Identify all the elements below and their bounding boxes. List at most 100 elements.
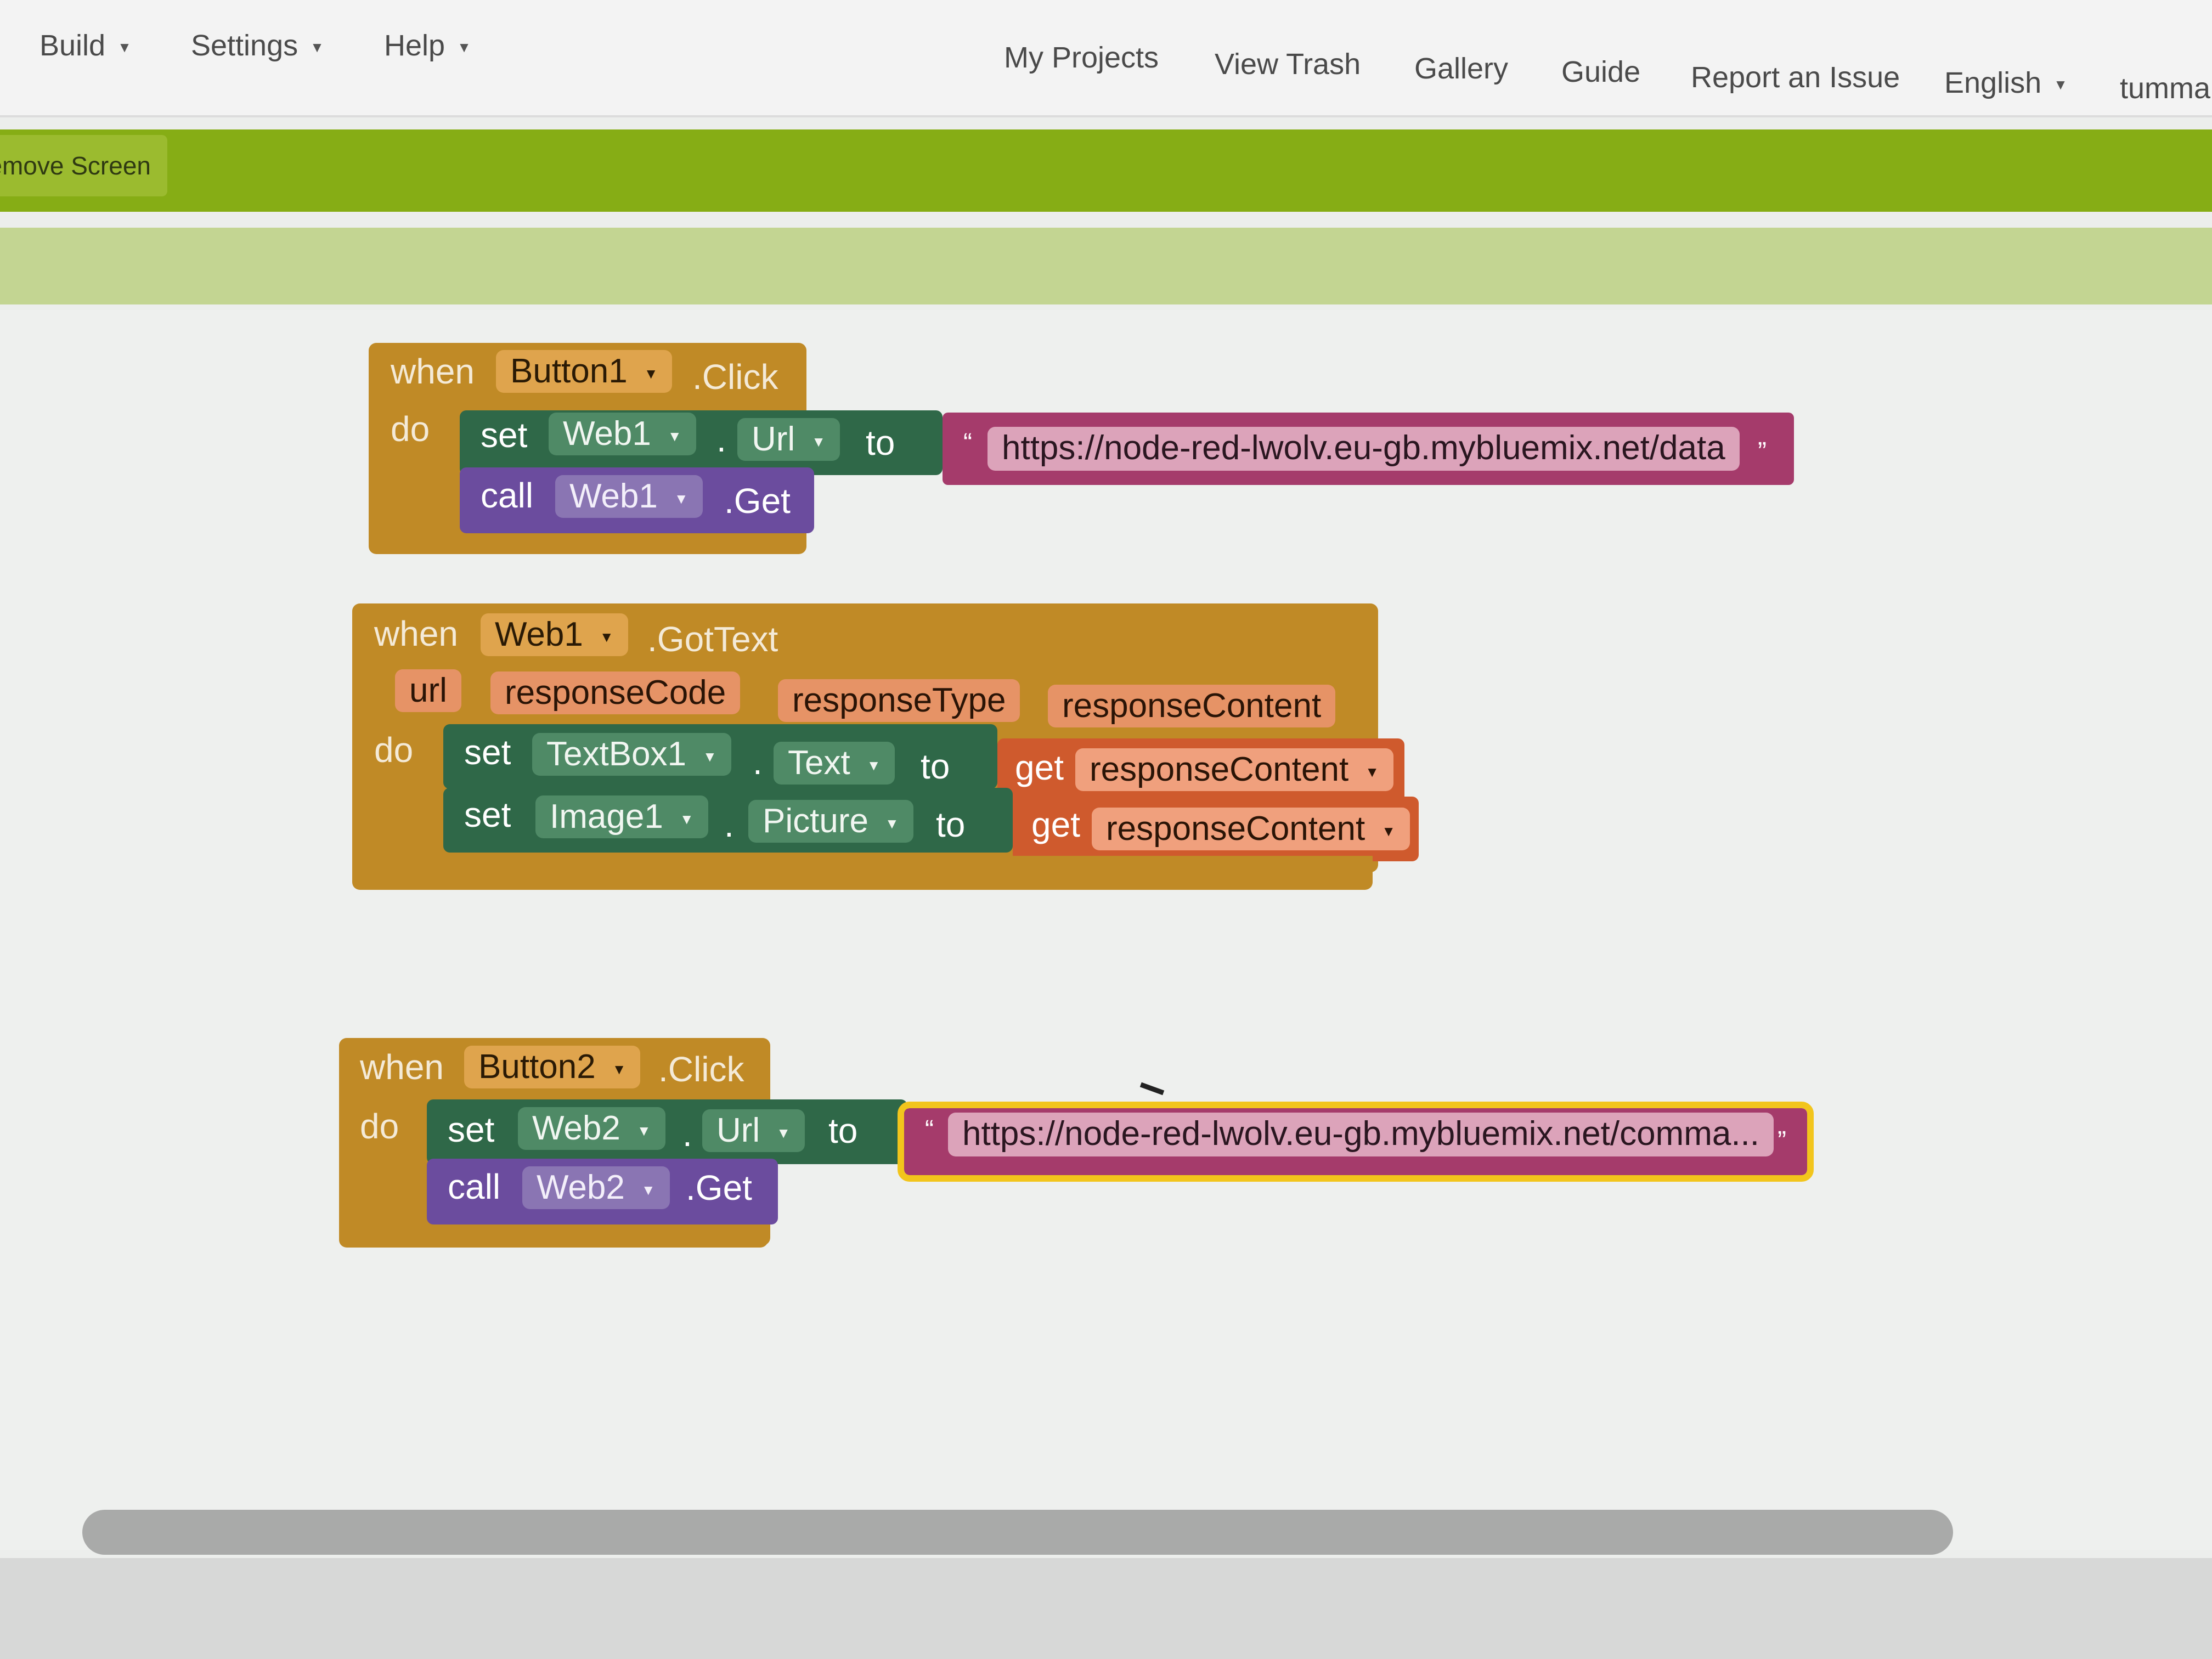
url-text-field[interactable]: https://node-red-lwolv.eu-gb.mybluemix.n… — [948, 1113, 1774, 1156]
param-response-content[interactable]: responseContent — [1048, 685, 1336, 727]
guide-link[interactable]: Guide — [1561, 55, 1640, 89]
dropdown-caret-icon: ▼ — [612, 1060, 627, 1077]
url-property-dropdown[interactable]: Url ▼ — [702, 1109, 805, 1152]
url-text-field[interactable]: https://node-red-lwolv.eu-gb.mybluemix.n… — [988, 427, 1740, 471]
dropdown-caret-icon: ▼ — [674, 490, 689, 507]
to-keyword: to — [921, 747, 950, 786]
gallery-link[interactable]: Gallery — [1414, 52, 1508, 86]
component-name: Web1 — [569, 477, 658, 515]
dot-separator: . — [682, 1114, 692, 1154]
component-name: Web2 — [532, 1109, 620, 1147]
chevron-down-icon: ▼ — [457, 39, 471, 56]
dropdown-caret-icon: ▼ — [1365, 763, 1379, 780]
chevron-down-icon: ▼ — [310, 39, 324, 56]
open-quote: “ — [963, 428, 972, 458]
dropdown-caret-icon: ▼ — [811, 433, 826, 450]
dropdown-caret-icon: ▼ — [641, 1181, 656, 1198]
component-name: Button2 — [478, 1048, 596, 1086]
settings-menu[interactable]: Settings ▼ — [191, 29, 324, 63]
dot-separator: . — [716, 420, 726, 459]
variable-name: responseContent — [1106, 810, 1365, 848]
chevron-down-icon: ▼ — [2053, 76, 2068, 93]
event-name: .GotText — [647, 619, 778, 659]
to-keyword: to — [828, 1111, 858, 1150]
do-keyword: do — [374, 730, 414, 770]
param-response-code[interactable]: responseCode — [490, 672, 741, 714]
response-content-variable-dropdown[interactable]: responseContent ▼ — [1092, 808, 1410, 850]
dropdown-caret-icon: ▼ — [1381, 822, 1396, 839]
picture-property-dropdown[interactable]: Picture ▼ — [748, 800, 913, 843]
text-property-dropdown[interactable]: Text ▼ — [774, 742, 895, 785]
blocks-editor-header — [0, 228, 2212, 304]
blocks-workspace[interactable] — [0, 310, 2212, 1550]
language-menu-label: English — [1944, 66, 2042, 99]
component-name: Button1 — [510, 352, 628, 390]
dropdown-caret-icon: ▼ — [644, 365, 658, 382]
method-name: .Get — [724, 481, 791, 521]
set-keyword: set — [464, 795, 511, 834]
param-url[interactable]: url — [395, 669, 461, 712]
call-keyword: call — [481, 476, 534, 515]
dropdown-caret-icon: ▼ — [599, 628, 614, 645]
event-name: .Click — [658, 1049, 744, 1089]
web1-component-dropdown[interactable]: Web1 ▼ — [481, 613, 628, 656]
report-issue-link[interactable]: Report an Issue — [1691, 60, 1900, 94]
component-name: Image1 — [550, 798, 663, 836]
get-keyword: get — [1031, 805, 1080, 844]
dropdown-caret-icon: ▼ — [679, 810, 694, 827]
to-keyword: to — [936, 805, 966, 844]
property-name: Text — [788, 744, 850, 782]
component-name: Web1 — [495, 616, 583, 653]
event-name: .Click — [692, 357, 778, 397]
build-menu-label: Build — [40, 29, 106, 62]
build-menu[interactable]: Build ▼ — [40, 29, 132, 63]
user-menu[interactable]: tumma — [2120, 71, 2210, 105]
close-quote: ” — [1778, 1126, 1786, 1155]
method-name: .Get — [686, 1168, 752, 1207]
language-menu[interactable]: English ▼ — [1944, 66, 2068, 100]
textbox1-component-dropdown[interactable]: TextBox1 ▼ — [532, 733, 731, 776]
remove-screen-label: emove Screen — [0, 151, 151, 180]
property-name: Picture — [763, 802, 868, 840]
dropdown-caret-icon: ▼ — [866, 757, 881, 774]
set-keyword: set — [464, 732, 511, 772]
dropdown-caret-icon: ▼ — [703, 748, 717, 765]
web1-component-dropdown[interactable]: Web1 ▼ — [549, 413, 696, 455]
image1-component-dropdown[interactable]: Image1 ▼ — [535, 795, 708, 838]
remove-screen-button[interactable]: emove Screen — [0, 135, 167, 196]
chevron-down-icon: ▼ — [117, 39, 132, 56]
dropdown-caret-icon: ▼ — [667, 427, 682, 444]
do-keyword: do — [360, 1107, 399, 1146]
url-property-dropdown[interactable]: Url ▼ — [737, 418, 840, 461]
web1-call-component-dropdown[interactable]: Web1 ▼ — [555, 475, 703, 518]
my-projects-link[interactable]: My Projects — [1004, 41, 1159, 75]
web2-call-component-dropdown[interactable]: Web2 ▼ — [522, 1166, 670, 1209]
variable-name: responseContent — [1090, 751, 1349, 788]
property-name: Url — [752, 420, 795, 458]
dot-separator: . — [753, 742, 763, 782]
call-keyword: call — [448, 1167, 501, 1206]
response-content-variable-dropdown[interactable]: responseContent ▼ — [1075, 748, 1393, 791]
button2-component-dropdown[interactable]: Button2 ▼ — [464, 1046, 641, 1088]
button1-component-dropdown[interactable]: Button1 ▼ — [496, 350, 673, 393]
bottom-panel — [0, 1558, 2212, 1659]
component-name: TextBox1 — [546, 735, 687, 773]
param-response-type[interactable]: responseType — [778, 679, 1020, 722]
horizontal-scrollbar[interactable] — [82, 1510, 1953, 1555]
web2-component-dropdown[interactable]: Web2 ▼ — [518, 1107, 665, 1150]
component-name: Web2 — [537, 1169, 625, 1206]
help-menu-label: Help — [384, 29, 445, 62]
designer-toolbar — [0, 129, 2212, 212]
help-menu[interactable]: Help ▼ — [384, 29, 471, 63]
dropdown-caret-icon: ▼ — [636, 1122, 651, 1139]
component-name: Web1 — [563, 415, 651, 453]
get-keyword: get — [1015, 748, 1064, 787]
when-keyword: when — [391, 352, 475, 391]
top-menu-bar: Build ▼ Settings ▼ Help ▼ My Projects View … — [0, 0, 2212, 117]
set-keyword: set — [448, 1110, 495, 1149]
dropdown-caret-icon: ▼ — [884, 815, 899, 832]
property-name: Url — [716, 1111, 760, 1149]
set-keyword: set — [481, 415, 528, 455]
dot-separator: . — [724, 805, 734, 844]
view-trash-link[interactable]: View Trash — [1215, 47, 1361, 81]
